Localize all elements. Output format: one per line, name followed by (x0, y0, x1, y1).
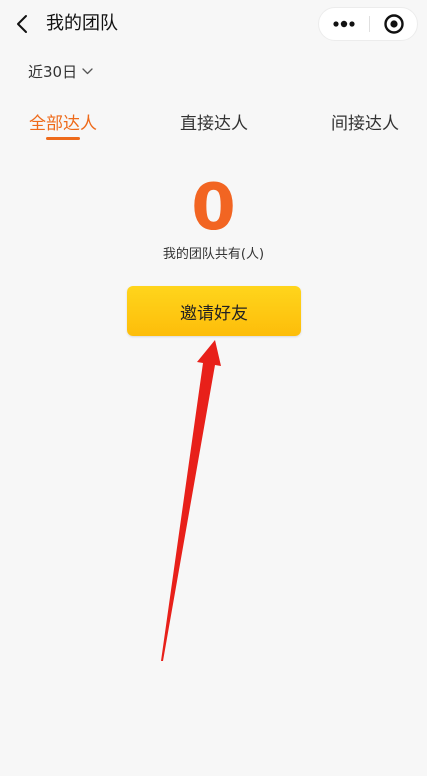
nav-bar: 我的团队 (0, 0, 427, 50)
active-tab-indicator (46, 137, 80, 140)
team-count-caption: 我的团队共有(人) (162, 247, 265, 262)
invite-friends-button[interactable]: 邀请好友 (127, 286, 301, 336)
date-range-dropdown[interactable]: 近30日 (28, 60, 93, 82)
date-range-label: 近30日 (28, 62, 78, 81)
team-count-value: 0 (191, 171, 236, 245)
close-button[interactable] (370, 8, 418, 40)
chevron-down-icon (82, 67, 93, 74)
mini-program-capsule (318, 7, 418, 41)
back-button[interactable] (10, 11, 36, 37)
tab-direct-influencers[interactable]: 直接达人 (180, 112, 248, 136)
tab-all-influencers[interactable]: 全部达人 (29, 112, 97, 136)
tab-indirect-influencers[interactable]: 间接达人 (331, 112, 399, 136)
chevron-left-icon (17, 15, 27, 33)
more-dots-icon (333, 20, 355, 28)
page-title: 我的团队 (46, 13, 118, 34)
target-close-icon (384, 14, 404, 34)
more-button[interactable] (319, 8, 369, 40)
